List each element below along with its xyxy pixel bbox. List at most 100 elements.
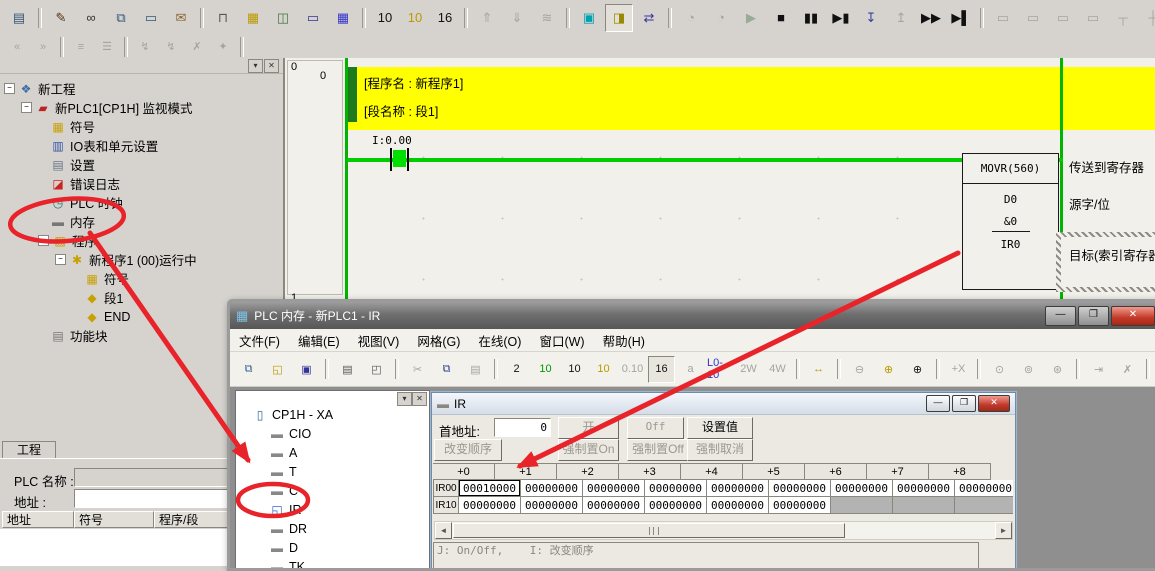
tree-item-plc-clock[interactable]: ◷ PLC 时钟: [0, 193, 283, 212]
indent-left-button[interactable]: «: [5, 37, 29, 57]
copy-button[interactable]: ⧉: [433, 356, 460, 383]
resize-columns-button[interactable]: ↔: [805, 356, 832, 383]
tree-expander-icon[interactable]: [38, 179, 47, 188]
grid-cell[interactable]: 00000000: [583, 480, 645, 497]
memtree-item-cpu[interactable]: ▯ CP1H - XA: [236, 405, 429, 424]
tree-item-new-project[interactable]: − ❖ 新工程: [0, 79, 283, 98]
force-off-button[interactable]: ↯: [159, 37, 183, 57]
zoom-in-button[interactable]: ⊕: [904, 356, 931, 383]
long-word-format-button[interactable]: L0-10: [706, 356, 733, 383]
menu-item[interactable]: 在线(O): [469, 331, 530, 350]
menu-item[interactable]: 文件(F): [230, 331, 289, 350]
cut-button[interactable]: ✂: [404, 356, 431, 383]
step-into-button[interactable]: ↧: [857, 4, 885, 32]
monitor-signed-decimal-button[interactable]: 10: [401, 4, 429, 32]
grid-column-header[interactable]: +8: [929, 463, 991, 480]
view-diagram-button[interactable]: ▤: [5, 4, 33, 32]
properties-button[interactable]: ✉: [167, 4, 195, 32]
indent-right-button[interactable]: »: [31, 37, 55, 57]
program-check-button[interactable]: ⇓: [503, 4, 531, 32]
grid-column-header[interactable]: +7: [867, 463, 929, 480]
ladder-grid[interactable]: [348, 130, 1060, 300]
contact-closed-tool-button[interactable]: ▭: [1019, 4, 1047, 32]
set-value-button[interactable]: ✦: [211, 37, 235, 57]
save-button[interactable]: ▣: [293, 356, 320, 383]
grid-column-header[interactable]: +2: [557, 463, 619, 480]
grid-cell[interactable]: 00000000: [831, 480, 893, 497]
pause-monitor-button[interactable]: ◔: [677, 4, 705, 32]
fast-forward-button[interactable]: ▶▶: [917, 4, 945, 32]
tree-expander-icon[interactable]: [38, 122, 47, 131]
dialog-view-button[interactable]: ▭: [299, 4, 327, 32]
minimize-button[interactable]: —: [1045, 306, 1076, 326]
force-on-button[interactable]: ↯: [133, 37, 157, 57]
memtree-item-dr[interactable]: ▬ DR: [236, 519, 429, 538]
memtree-item-ir[interactable]: ◱ IR: [236, 500, 429, 519]
menu-item[interactable]: 帮助(H): [594, 331, 654, 350]
tree-expander-icon[interactable]: [38, 160, 47, 169]
tree-item-plc[interactable]: − ▰ 新PLC1[CP1H] 监视模式: [0, 98, 283, 117]
transfer-cancel-button[interactable]: ✗: [1114, 356, 1141, 383]
tree-item-settings[interactable]: ▤ 设置: [0, 155, 283, 174]
new-window-button[interactable]: ▭: [137, 4, 165, 32]
grid-cell[interactable]: 00000000: [769, 480, 831, 497]
contact-tool-button[interactable]: ▭: [989, 4, 1017, 32]
memtree-item-cio[interactable]: ▬ CIO: [236, 424, 429, 443]
coil-closed-tool-button[interactable]: ▭: [1079, 4, 1107, 32]
grid-cell-selected[interactable]: 00010000: [459, 480, 521, 497]
rung-annotation-button[interactable]: ☰: [95, 37, 119, 57]
mnemonics-view-button[interactable]: ⊓: [209, 4, 237, 32]
symbol-table-button[interactable]: ▦: [239, 4, 267, 32]
tree-expander-icon[interactable]: −: [4, 83, 15, 94]
section-list-button[interactable]: ◫: [269, 4, 297, 32]
tree-expander-icon[interactable]: [38, 198, 47, 207]
grid-column-header[interactable]: +0: [433, 463, 495, 480]
grid-cell[interactable]: 00000000: [645, 497, 707, 514]
find-glasses-button[interactable]: ∞: [77, 4, 105, 32]
hex-format-button[interactable]: 16: [648, 356, 675, 383]
menu-item[interactable]: 编辑(E): [289, 331, 349, 350]
address-field[interactable]: [74, 489, 232, 508]
ir-restore-button[interactable]: ❐: [952, 395, 976, 412]
grid-cell[interactable]: 00000000: [769, 497, 831, 514]
pause-button[interactable]: ▮▮: [797, 4, 825, 32]
tree-expander-icon[interactable]: [72, 312, 81, 321]
instruction-operand-1[interactable]: D0: [963, 193, 1058, 206]
junction-tool-button[interactable]: ┼: [1139, 4, 1155, 32]
grid-cell[interactable]: 00000000: [707, 480, 769, 497]
tree-expander-icon[interactable]: [38, 141, 47, 150]
set-value-button[interactable]: 设置值: [687, 417, 753, 439]
two-word-button[interactable]: 2W: [735, 356, 762, 383]
tree-item-program-symbols[interactable]: ▦ 符号: [0, 269, 283, 288]
binary-view-button[interactable]: ▦: [329, 4, 357, 32]
monitor-hex-button[interactable]: 16: [431, 4, 459, 32]
grid-cell[interactable]: 00000000: [893, 480, 955, 497]
change-order-button[interactable]: 改变顺序: [434, 439, 502, 461]
force-off-button[interactable]: 强制置Off: [627, 439, 689, 461]
memtree-item-c[interactable]: ▬ C: [236, 481, 429, 500]
compile-button[interactable]: ⇑: [473, 4, 501, 32]
grid-cell[interactable]: 00000000: [583, 497, 645, 514]
zoom-out-button[interactable]: ⊖: [846, 356, 873, 383]
ir-window-titlebar[interactable]: ▬ IR — ❐ ✕: [432, 393, 1015, 415]
monitor-decimal-button[interactable]: 10: [371, 4, 399, 32]
tree-item-memory[interactable]: ▬ 内存: [0, 212, 283, 231]
tree-expander-icon[interactable]: [38, 217, 47, 226]
memtree-item-d[interactable]: ▬ D: [236, 538, 429, 557]
print-preview-button[interactable]: ◰: [363, 356, 390, 383]
horizontal-scrollbar[interactable]: ◄ ►: [434, 521, 1013, 540]
column-header-symbol[interactable]: 符号: [74, 511, 154, 528]
grid-column-header[interactable]: +4: [681, 463, 743, 480]
signed-decimal-format-button[interactable]: 10: [590, 356, 617, 383]
vertical-line-tool-button[interactable]: ┬: [1109, 4, 1137, 32]
grid-cell[interactable]: 00000000: [955, 480, 1013, 497]
tree-expander-icon[interactable]: −: [55, 254, 66, 265]
memory-window-titlebar[interactable]: ▦ PLC 内存 - 新PLC1 - IR — ❐ ✕: [230, 302, 1155, 329]
run-to-end-button[interactable]: ▶▌: [947, 4, 975, 32]
open-button[interactable]: ◱: [264, 356, 291, 383]
tree-expander-icon[interactable]: [72, 293, 81, 302]
coil-tool-button[interactable]: ▭: [1049, 4, 1077, 32]
work-online-button[interactable]: ▣: [575, 4, 603, 32]
grid-column-header[interactable]: +5: [743, 463, 805, 480]
print-button[interactable]: ▤: [334, 356, 361, 383]
